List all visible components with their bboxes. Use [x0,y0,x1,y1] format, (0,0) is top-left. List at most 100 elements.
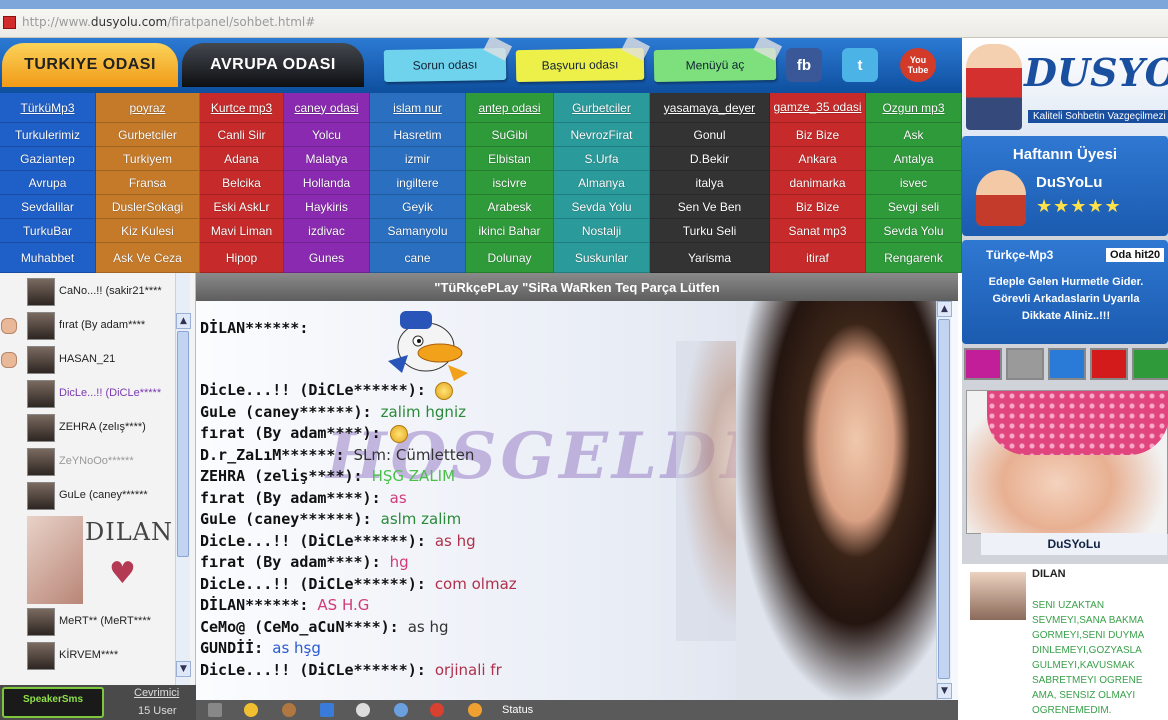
online-label[interactable]: Cevrimici [134,687,179,699]
room-3-7[interactable]: S.Urfa [554,147,650,171]
user-item[interactable]: ZeYNoOo****** [0,446,180,479]
eye-icon[interactable] [394,703,408,717]
basvuru-odasi-button[interactable]: Başvuru odası [515,35,651,83]
message-sender[interactable]: fırat (By adam****): [200,489,381,507]
room-3-8[interactable]: D.Bekir [650,147,770,171]
user-item[interactable]: fırat (By adam**** [0,310,180,343]
url-text[interactable]: http://www.dusyolu.com/firatpanel/sohbet… [22,15,315,29]
status-icon[interactable] [468,703,482,717]
room-3-5[interactable]: izmir [370,147,466,171]
room-3-3[interactable]: Adana [200,147,284,171]
message-sender[interactable]: DİLAN******: [200,596,308,614]
room-1-2[interactable]: poyraz [96,93,200,123]
tab-avrupa-odasi[interactable]: AVRUPA ODASI [182,43,364,87]
room-3-2[interactable]: Turkiyem [96,147,200,171]
facebook-icon[interactable]: fb [786,48,822,82]
settings-icon[interactable] [208,703,222,717]
wall-avatar[interactable] [970,572,1026,620]
room-4-6[interactable]: iscivre [466,171,554,195]
scroll-up-icon[interactable]: ▲ [176,313,191,329]
room-5-2[interactable]: DuslerSokagi [96,195,200,219]
room-7-8[interactable]: Yarisma [650,243,770,273]
room-5-5[interactable]: Geyik [370,195,466,219]
room-2-10[interactable]: Ask [866,123,962,147]
room-5-1[interactable]: Sevdalilar [0,195,96,219]
message-sender[interactable]: fırat (By adam****): [200,424,381,442]
room-7-5[interactable]: cane [370,243,466,273]
user-item[interactable]: GuLe (caney****** [0,480,180,513]
message-sender[interactable]: GuLe (caney******): [200,403,372,421]
speakersms-logo[interactable]: SpeakerSms [2,687,104,718]
room-7-3[interactable]: Hipop [200,243,284,273]
room-1-5[interactable]: islam nur [370,93,466,123]
sorun-odasi-button[interactable]: Sorun odası [383,35,513,83]
color-swatch[interactable] [964,348,1002,380]
room-2-7[interactable]: NevrozFirat [554,123,650,147]
user-item[interactable]: MeRT** (MeRT**** [0,606,180,639]
room-4-5[interactable]: ingiltere [370,171,466,195]
room-4-10[interactable]: isvec [866,171,962,195]
user-item[interactable]: HASAN_21 [0,344,180,377]
room-2-8[interactable]: Gonul [650,123,770,147]
room-7-1[interactable]: Muhabbet [0,243,96,273]
room-5-7[interactable]: Sevda Yolu [554,195,650,219]
chat-scroll-thumb[interactable] [938,319,950,679]
smiley-icon[interactable] [244,703,258,717]
room-2-1[interactable]: Turkulerimiz [0,123,96,147]
mp3-badge[interactable]: Oda hit20 [1106,248,1165,262]
room-3-4[interactable]: Malatya [284,147,370,171]
room-4-3[interactable]: Belcika [200,171,284,195]
room-5-6[interactable]: Arabesk [466,195,554,219]
message-sender[interactable]: DicLe...!! (DiCLe******): [200,381,426,399]
message-sender[interactable]: DicLe...!! (DiCLe******): [200,661,426,679]
room-6-3[interactable]: Mavi Liman [200,219,284,243]
room-1-1[interactable]: TürküMp3 [0,93,96,123]
room-1-9[interactable]: gamze_35 odasi [770,93,866,123]
room-1-3[interactable]: Kurtce mp3 [200,93,284,123]
message-sender[interactable]: DicLe...!! (DiCLe******): [200,575,426,593]
scroll-down-icon[interactable]: ▼ [176,661,191,677]
room-6-5[interactable]: Samanyolu [370,219,466,243]
user-item[interactable]: ZEHRA (zelış****) [0,412,180,445]
room-3-1[interactable]: Gaziantep [0,147,96,171]
mp3-label[interactable]: Türkçe-Mp3 [986,248,1053,262]
color-swatch[interactable] [1048,348,1086,380]
room-1-10[interactable]: Ozgun mp3 [866,93,962,123]
room-6-2[interactable]: Kiz Kulesi [96,219,200,243]
accessibility-icon[interactable] [320,703,334,717]
message-sender[interactable]: CeMo@ (CeMo_aCuN****): [200,618,399,636]
twitter-icon[interactable]: t [842,48,878,82]
room-5-8[interactable]: Sen Ve Ben [650,195,770,219]
chat-scroll-up-icon[interactable]: ▲ [937,301,952,317]
room-2-6[interactable]: SuGibi [466,123,554,147]
room-4-1[interactable]: Avrupa [0,171,96,195]
room-6-1[interactable]: TurkuBar [0,219,96,243]
user-item[interactable]: KİRVEM**** [0,640,180,673]
chat-scrollbar-track[interactable]: ▲ ▼ [936,301,952,700]
room-7-10[interactable]: Rengarenk [866,243,962,273]
room-6-6[interactable]: ikinci Bahar [466,219,554,243]
site-logo[interactable]: DUSYOLU Kaliteli Sohbetin Vazgeçilmezi [962,38,1168,136]
room-6-9[interactable]: Sanat mp3 [770,219,866,243]
room-5-9[interactable]: Biz Bize [770,195,866,219]
room-3-9[interactable]: Ankara [770,147,866,171]
color-swatch[interactable] [1006,348,1044,380]
room-2-9[interactable]: Biz Bize [770,123,866,147]
chat-scroll-down-icon[interactable]: ▼ [937,683,952,699]
room-2-3[interactable]: Canli Siir [200,123,284,147]
room-4-4[interactable]: Hollanda [284,171,370,195]
room-5-4[interactable]: Haykiris [284,195,370,219]
room-3-6[interactable]: Elbistan [466,147,554,171]
user-item[interactable]: DicLe...!! (DiCLe***** [0,378,180,411]
room-7-9[interactable]: itiraf [770,243,866,273]
room-6-4[interactable]: izdivac [284,219,370,243]
message-sender[interactable]: DicLe...!! (DiCLe******): [200,532,426,550]
room-2-2[interactable]: Gurbetciler [96,123,200,147]
user-item[interactable]: CaNo...!! (sakir21**** [0,276,180,309]
room-2-4[interactable]: Yolcu [284,123,370,147]
room-7-7[interactable]: Suskunlar [554,243,650,273]
baby-photo[interactable]: DuSYoLu [966,390,1168,555]
status-label[interactable]: Status [502,704,533,716]
camera-icon[interactable] [356,703,370,717]
message-sender[interactable]: GuLe (caney******): [200,510,372,528]
